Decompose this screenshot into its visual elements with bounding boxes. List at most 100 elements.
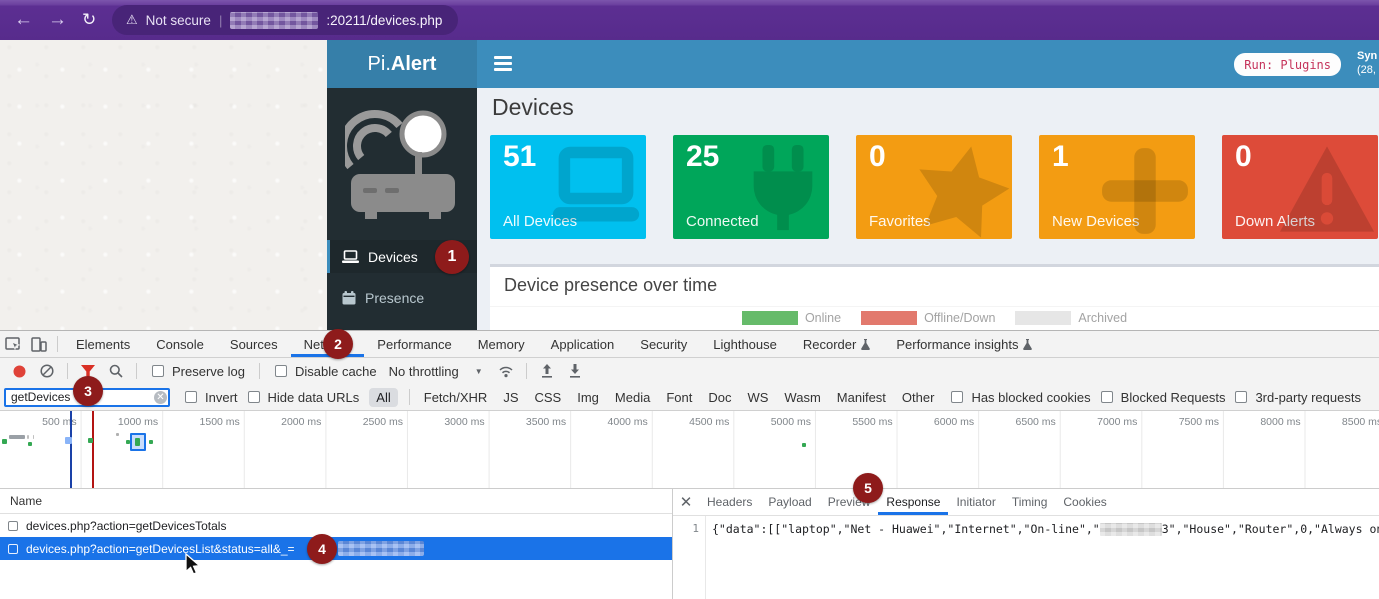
annotation-step-4: 4: [307, 534, 337, 564]
inspect-element-icon[interactable]: [0, 331, 26, 357]
request-row-getdevicestotals[interactable]: devices.php?action=getDevicesTotals: [0, 514, 672, 537]
pialert-logo[interactable]: Pi.Alert: [327, 40, 477, 88]
preserve-log-label: Preserve log: [172, 364, 245, 379]
run-plugins-button[interactable]: Run: Plugins: [1234, 53, 1341, 76]
annotation-step-1: 1: [435, 240, 469, 274]
reload-icon[interactable]: ↻: [82, 0, 96, 40]
legend-label: Offline/Down: [924, 311, 995, 325]
back-icon[interactable]: ←: [14, 0, 33, 40]
sidebar-item-presence[interactable]: Presence: [327, 281, 477, 314]
filter-type-wasm[interactable]: Wasm: [777, 390, 827, 405]
browser-toolbar: ← → ↻ ⚠ Not secure | :20211/devices.php: [0, 0, 1379, 40]
blocked-requests-checkbox[interactable]: [1101, 391, 1113, 403]
filter-type-media[interactable]: Media: [608, 390, 657, 405]
filter-type-other[interactable]: Other: [895, 390, 942, 405]
sidebar: Devices Presence: [327, 88, 477, 330]
tab-cookies[interactable]: Cookies: [1055, 489, 1114, 515]
legend-swatch-offline: [861, 311, 917, 325]
card-favorites[interactable]: 0 Favorites: [856, 135, 1012, 239]
device-toolbar-icon[interactable]: [26, 331, 52, 357]
annotation-step-5: 5: [853, 473, 883, 503]
filter-type-ws[interactable]: WS: [740, 390, 775, 405]
redacted-host: [230, 12, 318, 29]
request-checkbox[interactable]: [8, 544, 18, 554]
tab-sources[interactable]: Sources: [217, 331, 291, 357]
laptop-icon: [550, 145, 642, 229]
export-har-icon[interactable]: [562, 358, 588, 384]
hamburger-menu-icon[interactable]: [494, 56, 512, 71]
network-conditions-icon[interactable]: [493, 358, 519, 384]
network-filter-row: ✕ Invert Hide data URLs All Fetch/XHR JS…: [0, 384, 1379, 411]
tab-response[interactable]: Response: [878, 489, 948, 515]
clear-filter-icon[interactable]: ✕: [154, 391, 167, 404]
screen: ← → ↻ ⚠ Not secure | :20211/devices.php …: [0, 0, 1379, 599]
devtools-panel: Elements Console Sources Network Perform…: [0, 330, 1379, 599]
card-connected[interactable]: 25 Connected: [673, 135, 829, 239]
tab-recorder[interactable]: Recorder: [790, 331, 883, 357]
clear-icon[interactable]: [34, 358, 60, 384]
timeline-tick: 7000 ms: [1097, 416, 1137, 428]
filter-type-fetch-xhr[interactable]: Fetch/XHR: [417, 390, 495, 405]
timeline-request-mark: [9, 435, 25, 439]
tab-payload[interactable]: Payload: [760, 489, 819, 515]
preserve-log-checkbox[interactable]: [152, 365, 164, 377]
sync-status-line1: Syn: [1357, 49, 1379, 63]
tab-lighthouse[interactable]: Lighthouse: [700, 331, 790, 357]
tab-headers[interactable]: Headers: [699, 489, 760, 515]
disable-cache-checkbox[interactable]: [275, 365, 287, 377]
filter-type-img[interactable]: Img: [570, 390, 606, 405]
request-checkbox[interactable]: [8, 521, 18, 531]
app-header: Run: Plugins Syn (28,: [477, 40, 1379, 88]
tab-memory[interactable]: Memory: [465, 331, 538, 357]
experiment-flask-icon: [1023, 339, 1032, 350]
invert-checkbox[interactable]: [185, 391, 197, 403]
response-content[interactable]: {"data":[["laptop","Net - Huawei","Inter…: [712, 520, 1379, 538]
has-blocked-cookies-checkbox[interactable]: [951, 391, 963, 403]
tab-performance[interactable]: Performance: [364, 331, 464, 357]
legend-label: Online: [805, 311, 841, 325]
filter-type-font[interactable]: Font: [659, 390, 699, 405]
tab-initiator[interactable]: Initiator: [948, 489, 1003, 515]
response-json-after: 3","House","Router",0,"Always on": [1162, 522, 1379, 536]
filter-type-js[interactable]: JS: [496, 390, 525, 405]
legend-swatch-online: [742, 311, 798, 325]
presence-legend: Online Offline/Down Archived: [490, 311, 1379, 325]
third-party-requests-checkbox[interactable]: [1235, 391, 1247, 403]
tab-performance-insights[interactable]: Performance insights: [883, 331, 1045, 357]
laptop-icon: [342, 250, 359, 264]
tab-console[interactable]: Console: [143, 331, 217, 357]
calendar-icon: [342, 291, 356, 305]
import-har-icon[interactable]: [534, 358, 560, 384]
hide-data-urls-checkbox[interactable]: [248, 391, 260, 403]
close-icon[interactable]: ✕: [673, 493, 699, 511]
address-separator: |: [219, 13, 222, 28]
sidebar-item-presence-label: Presence: [365, 290, 424, 306]
search-icon[interactable]: [103, 358, 129, 384]
annotation-step-3: 3: [73, 376, 103, 406]
sync-status-line2: (28,: [1357, 63, 1379, 77]
record-icon[interactable]: [6, 358, 32, 384]
filter-type-css[interactable]: CSS: [528, 390, 569, 405]
requests-name-column-header[interactable]: Name: [0, 489, 672, 514]
tab-timing[interactable]: Timing: [1004, 489, 1056, 515]
tab-security[interactable]: Security: [627, 331, 700, 357]
forward-icon[interactable]: →: [48, 0, 67, 40]
card-new-devices[interactable]: 1 New Devices: [1039, 135, 1195, 239]
router-logo-icon: [345, 100, 461, 222]
filter-type-doc[interactable]: Doc: [701, 390, 738, 405]
throttling-select[interactable]: No throttling: [389, 364, 459, 379]
card-down-alerts[interactable]: 0 Down Alerts: [1222, 135, 1378, 239]
filter-type-manifest[interactable]: Manifest: [830, 390, 893, 405]
warning-icon: ⚠: [126, 12, 138, 28]
experiment-flask-icon: [861, 339, 870, 350]
requests-area: Name devices.php?action=getDevicesTotals…: [0, 489, 1379, 599]
timeline-tick: 1500 ms: [200, 416, 240, 428]
tab-elements[interactable]: Elements: [63, 331, 143, 357]
address-bar[interactable]: ⚠ Not secure | :20211/devices.php: [112, 5, 458, 35]
card-value: 0: [869, 140, 886, 174]
tab-application[interactable]: Application: [538, 331, 628, 357]
network-overview-timeline[interactable]: 500 ms1000 ms1500 ms2000 ms2500 ms3000 m…: [0, 411, 1379, 489]
card-all-devices[interactable]: 51 All Devices: [490, 135, 646, 239]
timeline-request-mark: [33, 435, 34, 439]
filter-type-all[interactable]: All: [369, 388, 397, 407]
